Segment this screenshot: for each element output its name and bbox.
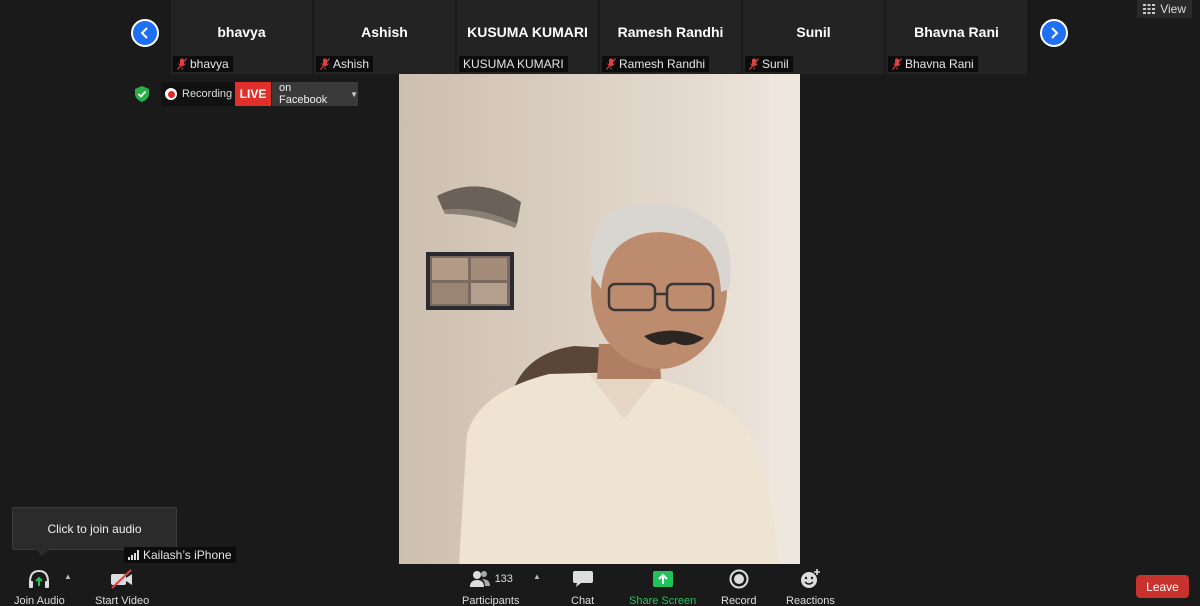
- smiley-add-icon: [801, 569, 821, 588]
- join-audio-label: Join Audio: [14, 595, 65, 606]
- live-badge: LIVE: [235, 82, 271, 106]
- encryption-shield-icon[interactable]: [132, 84, 152, 104]
- recording-dot-icon: [165, 88, 177, 100]
- next-page-button[interactable]: [1040, 19, 1068, 47]
- grid-view-icon: [1143, 4, 1156, 14]
- participant-label: bhavya: [173, 56, 233, 72]
- chevron-left-icon: [140, 27, 148, 39]
- participant-name: KUSUMA KUMARI: [467, 24, 588, 40]
- speaker-video-image: [399, 74, 800, 564]
- start-video-button[interactable]: Start Video: [95, 568, 149, 606]
- participant-label: Ashish: [316, 56, 374, 72]
- participants-options-caret-icon[interactable]: ▲: [533, 572, 541, 581]
- participant-label-text: Ramesh Randhi: [619, 57, 706, 71]
- caret-down-icon: ▼: [350, 89, 358, 99]
- recording-label: Recording: [182, 88, 233, 100]
- participant-name: Sunil: [796, 24, 831, 40]
- join-audio-button[interactable]: Join Audio: [14, 568, 65, 606]
- meeting-toolbar: Join Audio ▲ Start Video 133 Participant…: [0, 564, 1200, 606]
- participant-tile[interactable]: Ramesh Randhi Ramesh Randhi: [600, 0, 741, 74]
- headphones-icon: [29, 569, 50, 588]
- share-screen-icon: [652, 571, 673, 587]
- leave-button[interactable]: Leave: [1136, 575, 1189, 598]
- view-button[interactable]: View: [1137, 0, 1192, 18]
- audio-options-caret-icon[interactable]: ▲: [64, 572, 72, 581]
- participant-label: Bhavna Rani: [888, 56, 978, 72]
- chat-bubble-icon: [572, 571, 593, 587]
- participant-label: Ramesh Randhi: [602, 56, 710, 72]
- video-off-icon: [111, 569, 133, 589]
- record-button[interactable]: Record: [721, 568, 756, 606]
- recording-indicator[interactable]: Recording: [161, 82, 239, 106]
- join-audio-tooltip: Click to join audio: [12, 507, 177, 556]
- participant-tile[interactable]: bhavya bhavya: [171, 0, 312, 74]
- previous-page-button[interactable]: [131, 19, 159, 47]
- mic-muted-icon: [177, 58, 187, 70]
- active-speaker-video: [399, 74, 800, 564]
- share-screen-button[interactable]: Share Screen: [629, 568, 696, 606]
- mic-muted-icon: [892, 58, 902, 70]
- participant-label: Sunil: [745, 56, 793, 72]
- participant-tile[interactable]: Sunil Sunil: [743, 0, 884, 74]
- participant-tile[interactable]: Ashish Ashish: [314, 0, 455, 74]
- participant-label-text: Sunil: [762, 57, 789, 71]
- participants-count: 133: [494, 573, 513, 585]
- device-name-label: Kailash’s iPhone: [124, 547, 236, 563]
- meeting-window: bhavya bhavya Ashish Ashish KUSUMA KUMAR…: [0, 0, 1200, 606]
- live-platform-label: on Facebook: [279, 82, 328, 106]
- live-platform-dropdown[interactable]: on Facebook ▼: [272, 82, 358, 106]
- record-label: Record: [721, 595, 757, 606]
- chat-button[interactable]: Chat: [571, 568, 594, 606]
- device-name-text: Kailash’s iPhone: [143, 548, 232, 562]
- participant-name: Bhavna Rani: [914, 24, 999, 40]
- view-button-label: View: [1160, 2, 1186, 16]
- participant-tile[interactable]: KUSUMA KUMARI KUSUMA KUMARI: [457, 0, 598, 74]
- mic-muted-icon: [749, 58, 759, 70]
- mic-muted-icon: [320, 58, 330, 70]
- start-video-label: Start Video: [95, 595, 150, 606]
- record-icon: [729, 569, 749, 589]
- participant-name: bhavya: [217, 24, 266, 40]
- participant-label-text: Ashish: [333, 57, 370, 71]
- participant-strip: bhavya bhavya Ashish Ashish KUSUMA KUMAR…: [171, 0, 1028, 74]
- participant-tile[interactable]: Bhavna Rani Bhavna Rani: [886, 0, 1027, 74]
- chevron-right-icon: [1051, 27, 1059, 39]
- reactions-button[interactable]: Reactions: [786, 568, 835, 606]
- participant-name: Ashish: [361, 24, 408, 40]
- participant-label: KUSUMA KUMARI: [459, 56, 568, 72]
- join-audio-tooltip-text: Click to join audio: [47, 521, 142, 536]
- participants-button[interactable]: 133 Participants: [462, 568, 519, 606]
- signal-strength-icon: [128, 550, 139, 560]
- participant-label-text: KUSUMA KUMARI: [463, 57, 564, 71]
- mic-muted-icon: [606, 58, 616, 70]
- participant-label-text: Bhavna Rani: [905, 57, 974, 71]
- share-screen-label: Share Screen: [629, 595, 697, 606]
- participant-name: Ramesh Randhi: [617, 24, 724, 40]
- participant-label-text: bhavya: [190, 57, 229, 71]
- participants-icon: [469, 571, 490, 587]
- reactions-label: Reactions: [786, 595, 835, 606]
- participants-label: Participants: [462, 595, 520, 606]
- chat-label: Chat: [571, 595, 595, 606]
